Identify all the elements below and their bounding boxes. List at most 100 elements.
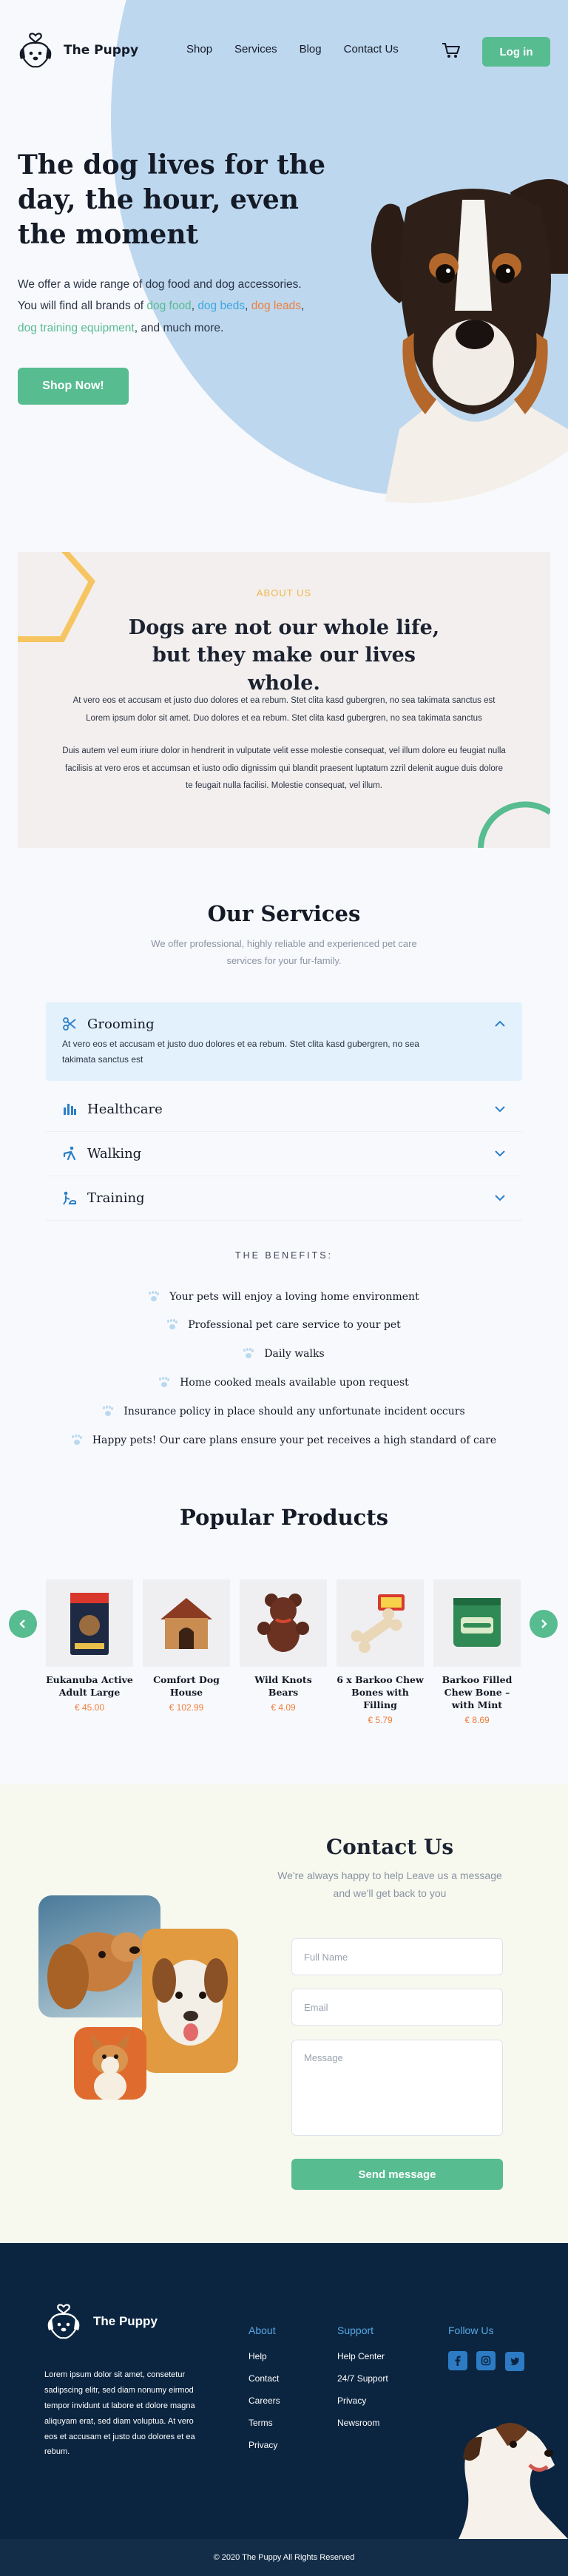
walking-icon (63, 1146, 76, 1161)
chevron-down-icon[interactable] (494, 1105, 506, 1113)
copyright-text: © 2020 The Puppy All Rights Reserved (213, 2553, 355, 2562)
benefit-item: Your pets will enjoy a loving home envir… (0, 1291, 568, 1303)
footer-logo[interactable]: The Puppy (44, 2302, 158, 2341)
training-icon (63, 1191, 76, 1205)
paw-icon (103, 1406, 113, 1417)
product-name: Comfort Dog House (153, 1674, 220, 1698)
hero-text-intro: We offer a wide range of dog food and do… (18, 278, 302, 291)
login-button[interactable]: Log in (482, 37, 550, 67)
product-card[interactable]: Wild Knots Bears € 4.09 (240, 1579, 327, 1713)
footer-support-heading: Support (337, 2324, 374, 2336)
services-title: Our Services (207, 901, 361, 926)
service-label-healthcare: Healthcare (87, 1101, 163, 1117)
service-item-training[interactable]: Training (46, 1176, 522, 1221)
product-card[interactable]: Barkoo Filled Chew Bone – with Mint € 8.… (433, 1579, 521, 1725)
product-card[interactable]: Comfort Dog House € 102.99 (143, 1579, 230, 1713)
footer-about-heading: About (248, 2324, 276, 2336)
product-name: Wild Knots Bears (254, 1674, 312, 1698)
contact-subtitle: We're always happy to help Leave us a me… (277, 1869, 502, 1899)
product-price: € 45.00 (74, 1702, 105, 1713)
nav-contact[interactable]: Contact Us (344, 43, 399, 55)
benefit-item: Professional pet care service to your pe… (0, 1319, 568, 1331)
about-paragraph-1: At vero eos et accusam et justo duo dolo… (72, 696, 496, 723)
chevron-down-icon[interactable] (494, 1150, 506, 1157)
contact-title: Contact Us (325, 1835, 454, 1859)
product-image (337, 1579, 424, 1667)
health-icon (64, 1104, 76, 1115)
footer-link-help[interactable]: Help (248, 2351, 280, 2361)
carousel-prev-button[interactable] (9, 1610, 37, 1638)
nav-blog[interactable]: Blog (300, 43, 322, 55)
hero-text-brands: You will find all brands of (18, 300, 144, 313)
hero-text: We offer a wide range of dog food and do… (18, 278, 305, 334)
footer-description: Lorem ipsum dolor sit amet, consetetur s… (44, 2370, 195, 2457)
paw-icon (243, 1349, 254, 1359)
product-card[interactable]: Eukanuba Active Adult Large € 45.00 (46, 1579, 133, 1713)
arrow-right-icon (541, 1619, 547, 1628)
footer-link-support[interactable]: 24/7 Support (337, 2373, 388, 2384)
send-message-button[interactable]: Send message (291, 2159, 503, 2190)
twitter-icon[interactable] (504, 2352, 524, 2371)
dog-logo-icon (47, 2304, 80, 2339)
link-dog-food[interactable]: dog food (146, 300, 191, 312)
product-image (240, 1579, 327, 1667)
benefit-item: Home cooked meals available upon request (0, 1377, 568, 1389)
service-item-walking[interactable]: Walking (46, 1132, 522, 1176)
product-image (46, 1579, 133, 1667)
message-field[interactable] (291, 2040, 503, 2136)
footer-link-privacy[interactable]: Privacy (248, 2440, 280, 2450)
link-dog-leads[interactable]: dog leads (251, 300, 301, 312)
benefits-heading: THE BENEFITS: (234, 1250, 334, 1261)
photo-white-dog (142, 1929, 238, 2073)
carousel-next-button[interactable] (530, 1610, 558, 1638)
full-name-field[interactable] (291, 1938, 503, 1975)
main-nav: Shop Services Blog Contact Us (186, 43, 399, 55)
facebook-icon[interactable] (448, 2351, 467, 2370)
benefit-item: Insurance policy in place should any unf… (0, 1406, 568, 1417)
nav-services[interactable]: Services (234, 43, 277, 55)
hero-title: The dog lives for the day, the hour, eve… (18, 149, 325, 250)
about-section: ABOUT US Dogs are not our whole life, bu… (18, 552, 550, 848)
footer-dog-image (459, 2422, 568, 2539)
product-image (143, 1579, 230, 1667)
logo[interactable]: The Puppy (16, 31, 138, 70)
chevron-down-icon[interactable] (494, 1194, 506, 1201)
benefit-item: Happy pets! Our care plans ensure your p… (0, 1434, 568, 1446)
footer-follow-heading: Follow Us (448, 2324, 494, 2336)
copyright-bar: © 2020 The Puppy All Rights Reserved (0, 2539, 568, 2576)
link-dog-training[interactable]: dog training equipment (18, 322, 135, 334)
product-price: € 8.69 (464, 1714, 490, 1725)
chevron-up-icon[interactable] (494, 1020, 506, 1028)
footer-link-contact[interactable]: Contact (248, 2373, 280, 2384)
product-name: Eukanuba Active Adult Large (46, 1674, 133, 1698)
cart-icon[interactable] (441, 41, 462, 59)
paw-icon (167, 1320, 178, 1330)
contact-section: Contact Us We're always happy to help Le… (0, 1784, 568, 2243)
paw-icon (71, 1435, 82, 1446)
footer-link-newsroom[interactable]: Newsroom (337, 2418, 388, 2428)
footer-link-privacy[interactable]: Privacy (337, 2395, 388, 2406)
product-card[interactable]: 6 x Barkoo Chew Bones with Filling € 5.7… (337, 1579, 424, 1725)
hero-dog-image (371, 179, 568, 503)
instagram-icon[interactable] (476, 2351, 496, 2370)
site-footer: The Puppy Lorem ipsum dolor sit amet, co… (0, 2243, 568, 2576)
service-label-grooming: Grooming (87, 1016, 155, 1032)
service-item-healthcare[interactable]: Healthcare (46, 1088, 522, 1132)
nav-shop[interactable]: Shop (186, 43, 212, 55)
email-field[interactable] (291, 1989, 503, 2026)
about-paragraph-2: Duis autem vel eum iriure dolor in hendr… (62, 746, 506, 791)
footer-support-column: Support Help Center 24/7 Support Privacy… (337, 2324, 388, 2440)
hero-section: The Puppy Shop Services Blog Contact Us … (0, 0, 568, 518)
service-item-grooming[interactable]: Grooming At vero eos et accusam et justo… (46, 1002, 522, 1081)
shop-now-button[interactable]: Shop Now! (18, 368, 129, 405)
footer-follow-column: Follow Us (448, 2324, 530, 2371)
paw-icon (159, 1378, 169, 1388)
dog-logo-icon (19, 33, 52, 68)
footer-brand-name: The Puppy (93, 2314, 158, 2328)
footer-link-help-center[interactable]: Help Center (337, 2351, 388, 2361)
product-price: € 5.79 (368, 1714, 393, 1725)
decor-arc-shape (478, 801, 550, 848)
link-dog-beds[interactable]: dog beds (197, 300, 245, 312)
footer-link-terms[interactable]: Terms (248, 2418, 280, 2428)
footer-link-careers[interactable]: Careers (248, 2395, 280, 2406)
